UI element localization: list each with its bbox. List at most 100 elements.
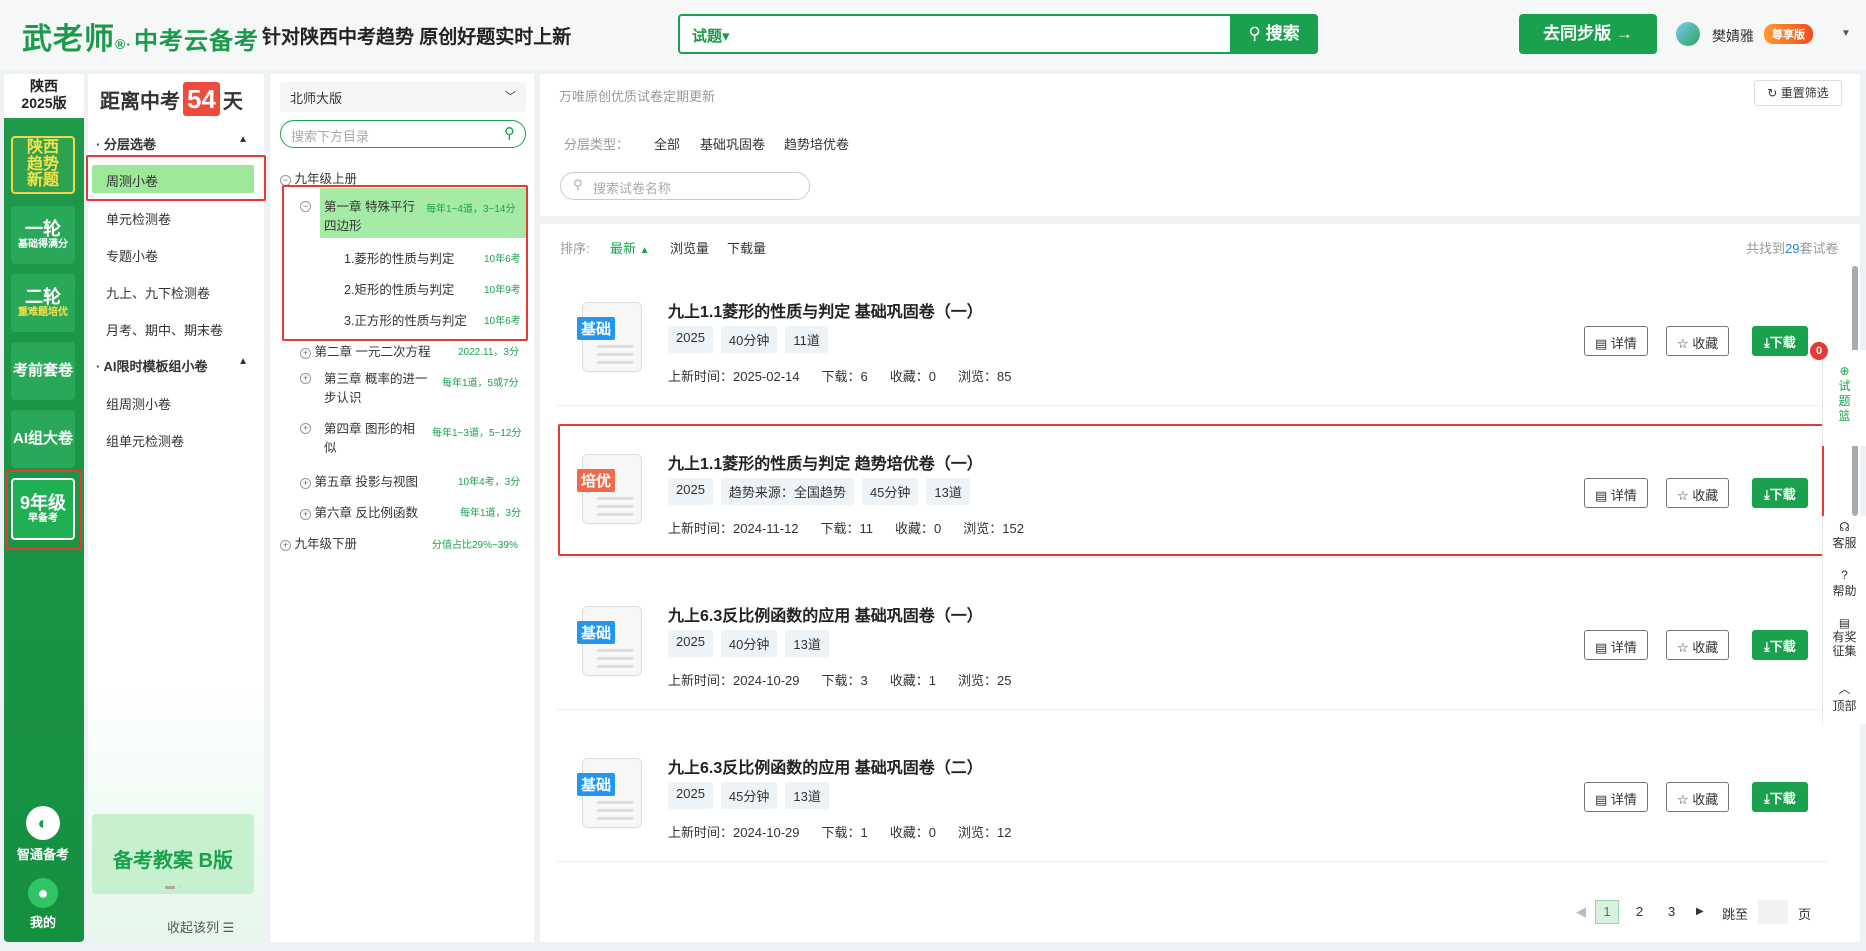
site-slogan: 针对陕西中考趋势 原创好题实时上新 xyxy=(262,27,572,48)
paper-meta: 上新时间：2025-02-14 下载：6 收藏：0 浏览：85 xyxy=(668,369,1012,384)
detail-button[interactable]: ▤ 详情 xyxy=(1584,326,1648,356)
page-2[interactable]: 2 xyxy=(1636,904,1643,919)
user-menu-caret-icon[interactable]: ▼ xyxy=(1841,28,1851,39)
nav-first-round[interactable]: 一轮 基础得满分 xyxy=(11,206,75,264)
favorite-button[interactable]: ☆ 收藏 xyxy=(1666,478,1730,508)
star-icon: ☆ xyxy=(1677,336,1689,351)
search-icon: ⚲ xyxy=(504,125,515,142)
nav-pre-exam-sets[interactable]: 考前套卷 xyxy=(11,342,75,400)
menu-item-grade9-test[interactable]: 九上、九下检测卷 xyxy=(106,283,210,302)
promo-banner[interactable]: 备考教案 B版 ▬ · xyxy=(92,814,254,894)
basket-count-badge: 0 xyxy=(1810,342,1828,360)
download-button[interactable]: ⤓下载 xyxy=(1752,326,1808,356)
tree-chapter-2[interactable]: + 第二章 一元二次方程 xyxy=(300,341,430,360)
tree-chapter-3[interactable]: 第三章 概率的进一 步认识 xyxy=(324,370,427,408)
back-to-top[interactable]: ︿ 顶部 xyxy=(1822,676,1866,724)
directory-search-input[interactable]: 搜索下方目录 ⚲ xyxy=(280,120,526,148)
sort-downloads[interactable]: 下载量 xyxy=(727,238,766,257)
sync-version-button[interactable]: 去同步版 → xyxy=(1519,14,1657,54)
tree-root-grade9-up[interactable]: − 九年级上册 xyxy=(280,168,357,187)
sort-newest[interactable]: 最新 ▲ xyxy=(610,238,650,257)
download-button[interactable]: ⤓下载 xyxy=(1752,630,1808,660)
tree-section-2[interactable]: 2.矩形的性质与判定 xyxy=(344,279,454,298)
question-basket[interactable]: ⊕ 试 题 篮 xyxy=(1822,350,1866,446)
layer-option-all[interactable]: 全部 xyxy=(654,134,680,153)
menu-item-monthly[interactable]: 月考、期中、期末卷 xyxy=(106,320,223,339)
menu-item-ai-unit[interactable]: 组单元检测卷 xyxy=(106,431,184,450)
tree-chapter-4[interactable]: 第四章 图形的相似 xyxy=(324,420,415,458)
nav-mine[interactable]: ● 我的 xyxy=(11,878,75,931)
tree-chapter-note: 每年1道，3分 xyxy=(460,508,522,519)
favorite-button[interactable]: ☆ 收藏 xyxy=(1666,326,1730,356)
page-jump-input[interactable] xyxy=(1758,900,1788,924)
prev-page-icon[interactable]: ◀ xyxy=(1576,904,1586,920)
sort-views[interactable]: 浏览量 xyxy=(670,238,709,257)
download-button[interactable]: ⤓下载 xyxy=(1752,478,1808,508)
nav-zhitong[interactable]: ◐ 智通备考 xyxy=(11,806,75,863)
layer-option-advanced[interactable]: 趋势培优卷 xyxy=(784,134,849,153)
tree-chapter-5[interactable]: + 第五章 投影与视图 xyxy=(300,471,418,490)
refresh-icon: ↻ xyxy=(1767,86,1778,100)
paper-title[interactable]: 九上1.1菱形的性质与判定 趋势培优卷（一） xyxy=(668,450,983,474)
favorite-button[interactable]: ☆ 收藏 xyxy=(1666,630,1730,660)
avatar[interactable] xyxy=(1676,22,1700,46)
nav-shaanxi-trend[interactable]: 陕西 趋势 新题 xyxy=(11,136,75,194)
reset-filter-button[interactable]: ↻ 重置筛选 xyxy=(1754,80,1842,106)
chevron-up-icon: ︿ xyxy=(1838,682,1851,696)
paper-title[interactable]: 九上6.3反比例函数的应用 基础巩固卷（一） xyxy=(668,602,983,626)
nav-grade-9[interactable]: 9年级 早备考 xyxy=(11,478,75,540)
paper-name-search[interactable]: ⚲ 搜索试卷名称 xyxy=(560,172,810,200)
reward-survey[interactable]: ▤ 有奖 征集 xyxy=(1822,612,1866,676)
favorite-button[interactable]: ☆ 收藏 xyxy=(1666,782,1730,812)
search-button[interactable]: ⚲ 搜索 xyxy=(1230,14,1318,54)
tree-toggle[interactable]: + xyxy=(300,420,311,434)
customer-service[interactable]: ☊ 客服 xyxy=(1822,516,1866,564)
clipboard-icon: ▤ xyxy=(1838,616,1851,630)
vip-badge: 尊享版 xyxy=(1764,24,1813,44)
paper-card: 基础 九上6.3反比例函数的应用 基础巩固卷（二） 2025 45分钟 13道 上新… xyxy=(556,732,1828,862)
tree-root-grade9-down[interactable]: + 九年级下册 xyxy=(280,533,357,552)
tree-chapter-note: 2022.11，3分 xyxy=(458,347,519,358)
nav-second-round[interactable]: 二轮 重难题培优 xyxy=(11,274,75,332)
paper-card: 基础 九上6.3反比例函数的应用 基础巩固卷（一） 2025 40分钟 13道 上新… xyxy=(556,580,1828,710)
search-input[interactable]: 试题▾ xyxy=(678,14,1318,54)
sort-label: 排序: xyxy=(560,241,590,256)
star-icon: ☆ xyxy=(1677,792,1689,807)
collapse-column-button[interactable]: 收起该列 ☰ xyxy=(167,917,234,936)
tree-chapter-6[interactable]: + 第六章 反比例函数 xyxy=(300,502,418,521)
menu-item-ai-weekly[interactable]: 组周测小卷 xyxy=(106,394,171,413)
tree-chapter-note: 10年4考，3分 xyxy=(458,477,521,488)
document-icon: ▤ xyxy=(1595,336,1608,351)
menu-item-unit[interactable]: 单元检测卷 xyxy=(106,209,171,228)
paper-thumbnail: 培优 xyxy=(577,454,642,524)
username[interactable]: 樊婧雅 xyxy=(1712,26,1754,46)
paper-title[interactable]: 九上6.3反比例函数的应用 基础巩固卷（二） xyxy=(668,754,983,778)
tree-section-3[interactable]: 3.正方形的性质与判定 xyxy=(344,310,467,329)
paper-title[interactable]: 九上1.1菱形的性质与判定 基础巩固卷（一） xyxy=(668,298,983,322)
paper-chips: 2025 40分钟 11道 xyxy=(668,326,828,353)
whale-icon: ◐ xyxy=(26,806,60,840)
nav-ai-exam[interactable]: AI组大卷 xyxy=(11,410,75,468)
detail-button[interactable]: ▤ 详情 xyxy=(1584,782,1648,812)
paper-card: 基础 九上1.1菱形的性质与判定 基础巩固卷（一） 2025 40分钟 11道 上新… xyxy=(556,276,1828,406)
help-button[interactable]: ? 帮助 xyxy=(1822,564,1866,612)
next-page-icon[interactable]: ▶ xyxy=(1696,906,1704,917)
tree-toggle[interactable]: − xyxy=(300,198,311,212)
site-logo[interactable]: 武老师®·中考云备考 xyxy=(22,14,259,58)
page-3[interactable]: 3 xyxy=(1668,904,1675,919)
menu-item-weekly[interactable]: 周测小卷 xyxy=(106,171,158,190)
detail-button[interactable]: ▤ 详情 xyxy=(1584,630,1648,660)
section-ai-template[interactable]: · AI限时模板组小卷 ▲ xyxy=(96,356,248,375)
page-1[interactable]: 1 xyxy=(1595,900,1619,924)
layer-option-basic[interactable]: 基础巩固卷 xyxy=(700,134,765,153)
tree-toggle[interactable]: + xyxy=(300,370,311,384)
detail-button[interactable]: ▤ 详情 xyxy=(1584,478,1648,508)
version-select[interactable]: 北师大版 ﹀ xyxy=(280,82,526,112)
tree-chapter-1[interactable]: 第一章 特殊平行 四边形 xyxy=(324,198,415,236)
edition-label[interactable]: 陕西 2025版 xyxy=(4,74,84,118)
section-layered[interactable]: · 分层选卷 ▲ xyxy=(96,134,248,153)
menu-item-topic[interactable]: 专题小卷 xyxy=(106,246,158,265)
tree-section-1[interactable]: 1.菱形的性质与判定 xyxy=(344,248,454,267)
download-button[interactable]: ⤓下载 xyxy=(1752,782,1808,812)
search-type-select[interactable]: 试题▾ xyxy=(692,25,730,46)
